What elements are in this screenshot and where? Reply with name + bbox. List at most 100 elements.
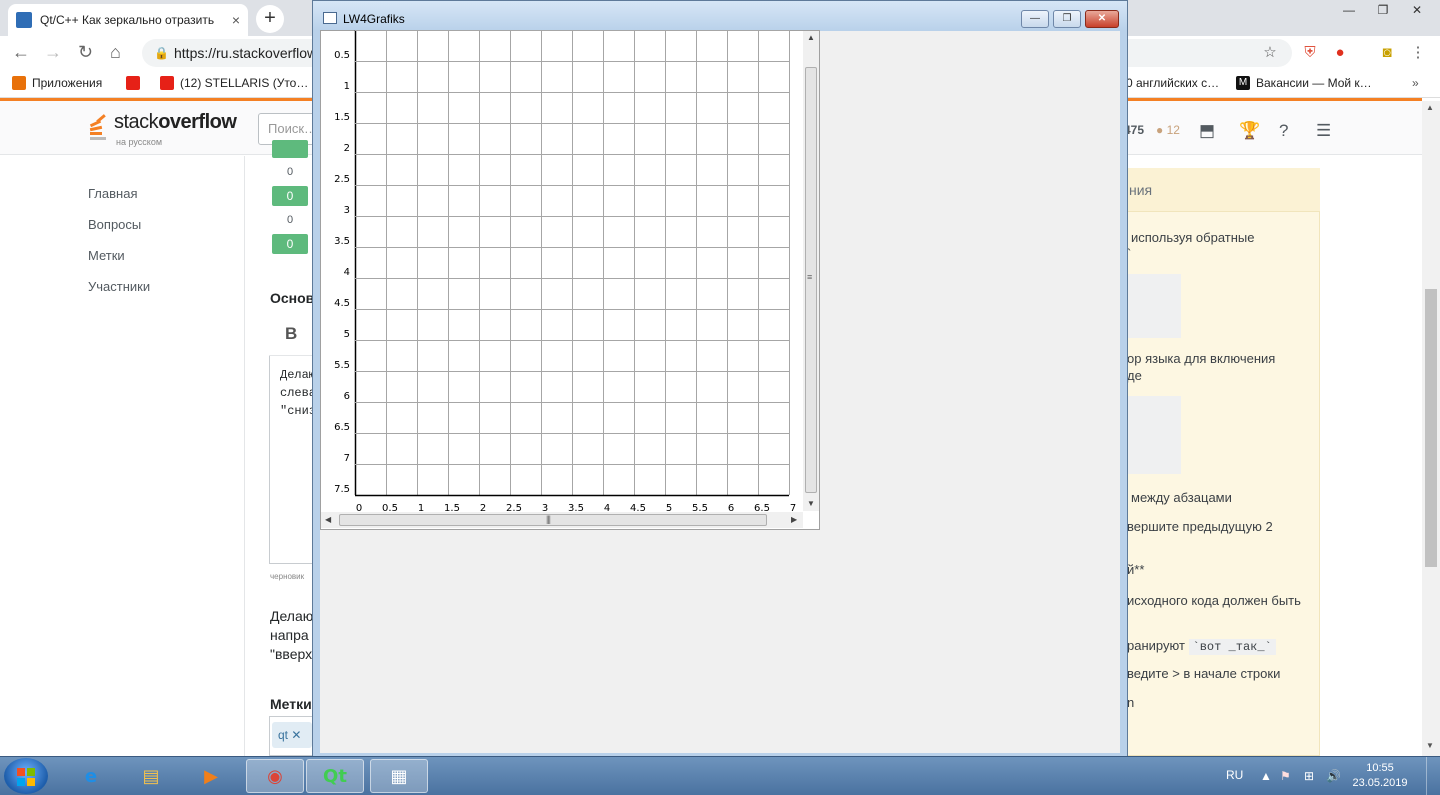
tag-chip-qt[interactable]: qt ✕ <box>272 722 312 748</box>
plot-horizontal-scrollbar[interactable]: ◀ ||| ▶ <box>321 512 803 528</box>
nav-item-users[interactable]: Участники <box>88 279 150 294</box>
taskbar-app-button[interactable]: ◉ <box>246 759 304 793</box>
so-logo[interactable]: stackoverflow на русском <box>88 111 237 147</box>
help-text-line: исходного кода должен быть <box>1127 593 1301 608</box>
qt-window-titlebar[interactable]: LW4Grafiks — ❐ ✕ <box>313 1 1127 31</box>
taskbar-app-button[interactable]: ▤ <box>122 759 180 793</box>
reload-icon[interactable]: ↻ <box>78 42 93 63</box>
x-tick-label: 3.5 <box>568 503 584 512</box>
bronze-badge-count[interactable]: ● 12 <box>1156 123 1180 137</box>
menu-dots-icon[interactable]: ⋮ <box>1408 43 1428 63</box>
nav-item-tags[interactable]: Метки <box>88 248 125 263</box>
tab-title: Qt/C++ Как зеркально отразить <box>40 13 215 27</box>
taskbar-app-button[interactable]: e <box>62 759 120 793</box>
extension-adblock-icon[interactable]: ● <box>1330 43 1350 63</box>
browser-tab[interactable]: Qt/C++ Как зеркально отразить × <box>8 4 248 36</box>
preview-text-line: "вверх <box>270 646 313 662</box>
editor-text-line: Делаю <box>280 368 317 382</box>
close-button[interactable]: ✕ <box>1400 0 1434 22</box>
bookmark-english[interactable]: 0 английских с… <box>1126 76 1219 90</box>
x-tick-label: 6.5 <box>754 503 770 512</box>
taskbar-app-button[interactable]: Qt <box>306 759 364 793</box>
start-button[interactable] <box>4 758 48 794</box>
horizontal-scrollbar-thumb[interactable]: ||| <box>339 514 767 526</box>
scroll-down-icon[interactable]: ▼ <box>1426 741 1434 750</box>
y-tick-label: 1 <box>344 81 350 92</box>
scroll-left-icon[interactable]: ◀ <box>325 515 331 524</box>
bookmark-apps[interactable]: Приложения <box>12 76 102 90</box>
bold-button[interactable]: B <box>285 324 297 344</box>
lock-icon: 🔒 <box>154 46 169 60</box>
qt-maximize-button[interactable]: ❐ <box>1053 10 1081 28</box>
bookmark-stellaris[interactable]: (12) STELLARIS (Уто… <box>160 76 308 90</box>
x-tick-label: 2 <box>480 503 486 512</box>
home-icon[interactable]: ⌂ <box>110 42 121 63</box>
so-logo-icon <box>88 111 110 141</box>
extension-shield-icon[interactable]: ⛨ <box>1300 43 1320 63</box>
qt-creator-icon: Qt <box>323 765 347 787</box>
page-scrollbar[interactable]: ▲ ▼ <box>1422 101 1440 756</box>
new-tab-button[interactable]: + <box>256 5 284 33</box>
show-desktop-button[interactable] <box>1426 757 1440 795</box>
bookmark-label: (12) STELLARIS (Уто… <box>180 76 309 90</box>
x-tick-label: 0.5 <box>382 503 398 512</box>
body-section-title: Основ <box>270 290 315 306</box>
answer-count-badge[interactable]: 0 <box>272 234 308 254</box>
help-panel-title: ния <box>1129 182 1153 198</box>
qt-close-button[interactable]: ✕ <box>1085 10 1119 28</box>
volume-icon[interactable]: 🔊 <box>1326 769 1341 783</box>
stackoverflow-favicon-icon <box>16 12 32 28</box>
network-error-icon[interactable]: ⚑ <box>1280 769 1291 783</box>
x-tick-label: 2.5 <box>506 503 522 512</box>
minimize-button[interactable]: — <box>1332 0 1366 22</box>
scroll-down-icon[interactable]: ▼ <box>807 499 815 508</box>
forward-icon[interactable]: → <box>44 42 62 63</box>
network-icon[interactable]: ⊞ <box>1304 769 1314 783</box>
x-tick-label: 6 <box>728 503 734 512</box>
so-logo-text: stackoverflow <box>114 111 237 133</box>
bookmark-youtube[interactable] <box>126 76 146 90</box>
scrollbar-grip-icon: ≡ <box>807 272 812 282</box>
y-tick-label: 0.5 <box>334 50 350 61</box>
tab-close-icon[interactable]: × <box>232 12 240 28</box>
x-tick-label: 5.5 <box>692 503 708 512</box>
y-axis-labels: 0.5 1 1.5 2 2.5 3 3.5 4 4.5 5 5.5 6 6.5 7 7.5 <box>334 50 350 495</box>
vertical-scrollbar-thumb[interactable]: ≡ <box>805 67 817 493</box>
back-icon[interactable]: ← <box>12 42 30 63</box>
site-switcher-icon[interactable]: ☰ <box>1316 121 1331 141</box>
taskbar-app-button[interactable]: ▶ <box>182 759 240 793</box>
scroll-right-icon[interactable]: ▶ <box>791 515 797 524</box>
plot-vertical-scrollbar[interactable]: ▲ ≡ ▼ <box>803 31 819 511</box>
system-clock[interactable]: 10:55 23.05.2019 <box>1350 761 1410 791</box>
inbox-icon[interactable]: ⬒ <box>1199 121 1215 141</box>
clock-date: 23.05.2019 <box>1352 777 1408 789</box>
x-tick-label: 1.5 <box>444 503 460 512</box>
bookmark-moikrug[interactable]: M Вакансии — Мой к… <box>1236 76 1372 90</box>
so-logo-subtitle: на русском <box>116 137 163 147</box>
keyboard-language-indicator[interactable]: RU <box>1226 768 1243 782</box>
scroll-up-icon[interactable]: ▲ <box>1426 103 1434 112</box>
y-tick-label: 4 <box>344 267 350 278</box>
answer-count-badge[interactable]: 0 <box>272 186 308 206</box>
tags-label: Метки <box>270 696 312 712</box>
scroll-up-icon[interactable]: ▲ <box>807 33 815 42</box>
vote-count: 0 <box>287 214 294 226</box>
nav-item-home[interactable]: Главная <box>88 186 137 201</box>
taskbar-app-button[interactable]: ▦ <box>370 759 428 793</box>
nav-item-questions[interactable]: Вопросы <box>88 217 141 232</box>
qt-minimize-button[interactable]: — <box>1021 10 1049 28</box>
help-icon[interactable]: ? <box>1279 121 1288 141</box>
youtube-icon <box>160 76 174 90</box>
x-tick-label: 0 <box>356 503 362 512</box>
bookmark-star-icon[interactable]: ☆ <box>1260 43 1280 63</box>
x-tick-label: 7 <box>790 503 796 512</box>
maximize-button[interactable]: ❐ <box>1366 0 1400 22</box>
page-scrollbar-thumb[interactable] <box>1425 289 1437 567</box>
trophy-icon[interactable]: 🏆 <box>1239 121 1260 141</box>
explorer-icon: ▤ <box>142 765 160 787</box>
tray-expand-icon[interactable]: ▲ <box>1260 769 1272 783</box>
answer-count-badge[interactable] <box>272 140 308 158</box>
profile-avatar-icon[interactable]: ◙ <box>1377 43 1397 63</box>
vote-count: 0 <box>287 166 294 178</box>
bookmarks-overflow-button[interactable]: » <box>1412 76 1419 90</box>
